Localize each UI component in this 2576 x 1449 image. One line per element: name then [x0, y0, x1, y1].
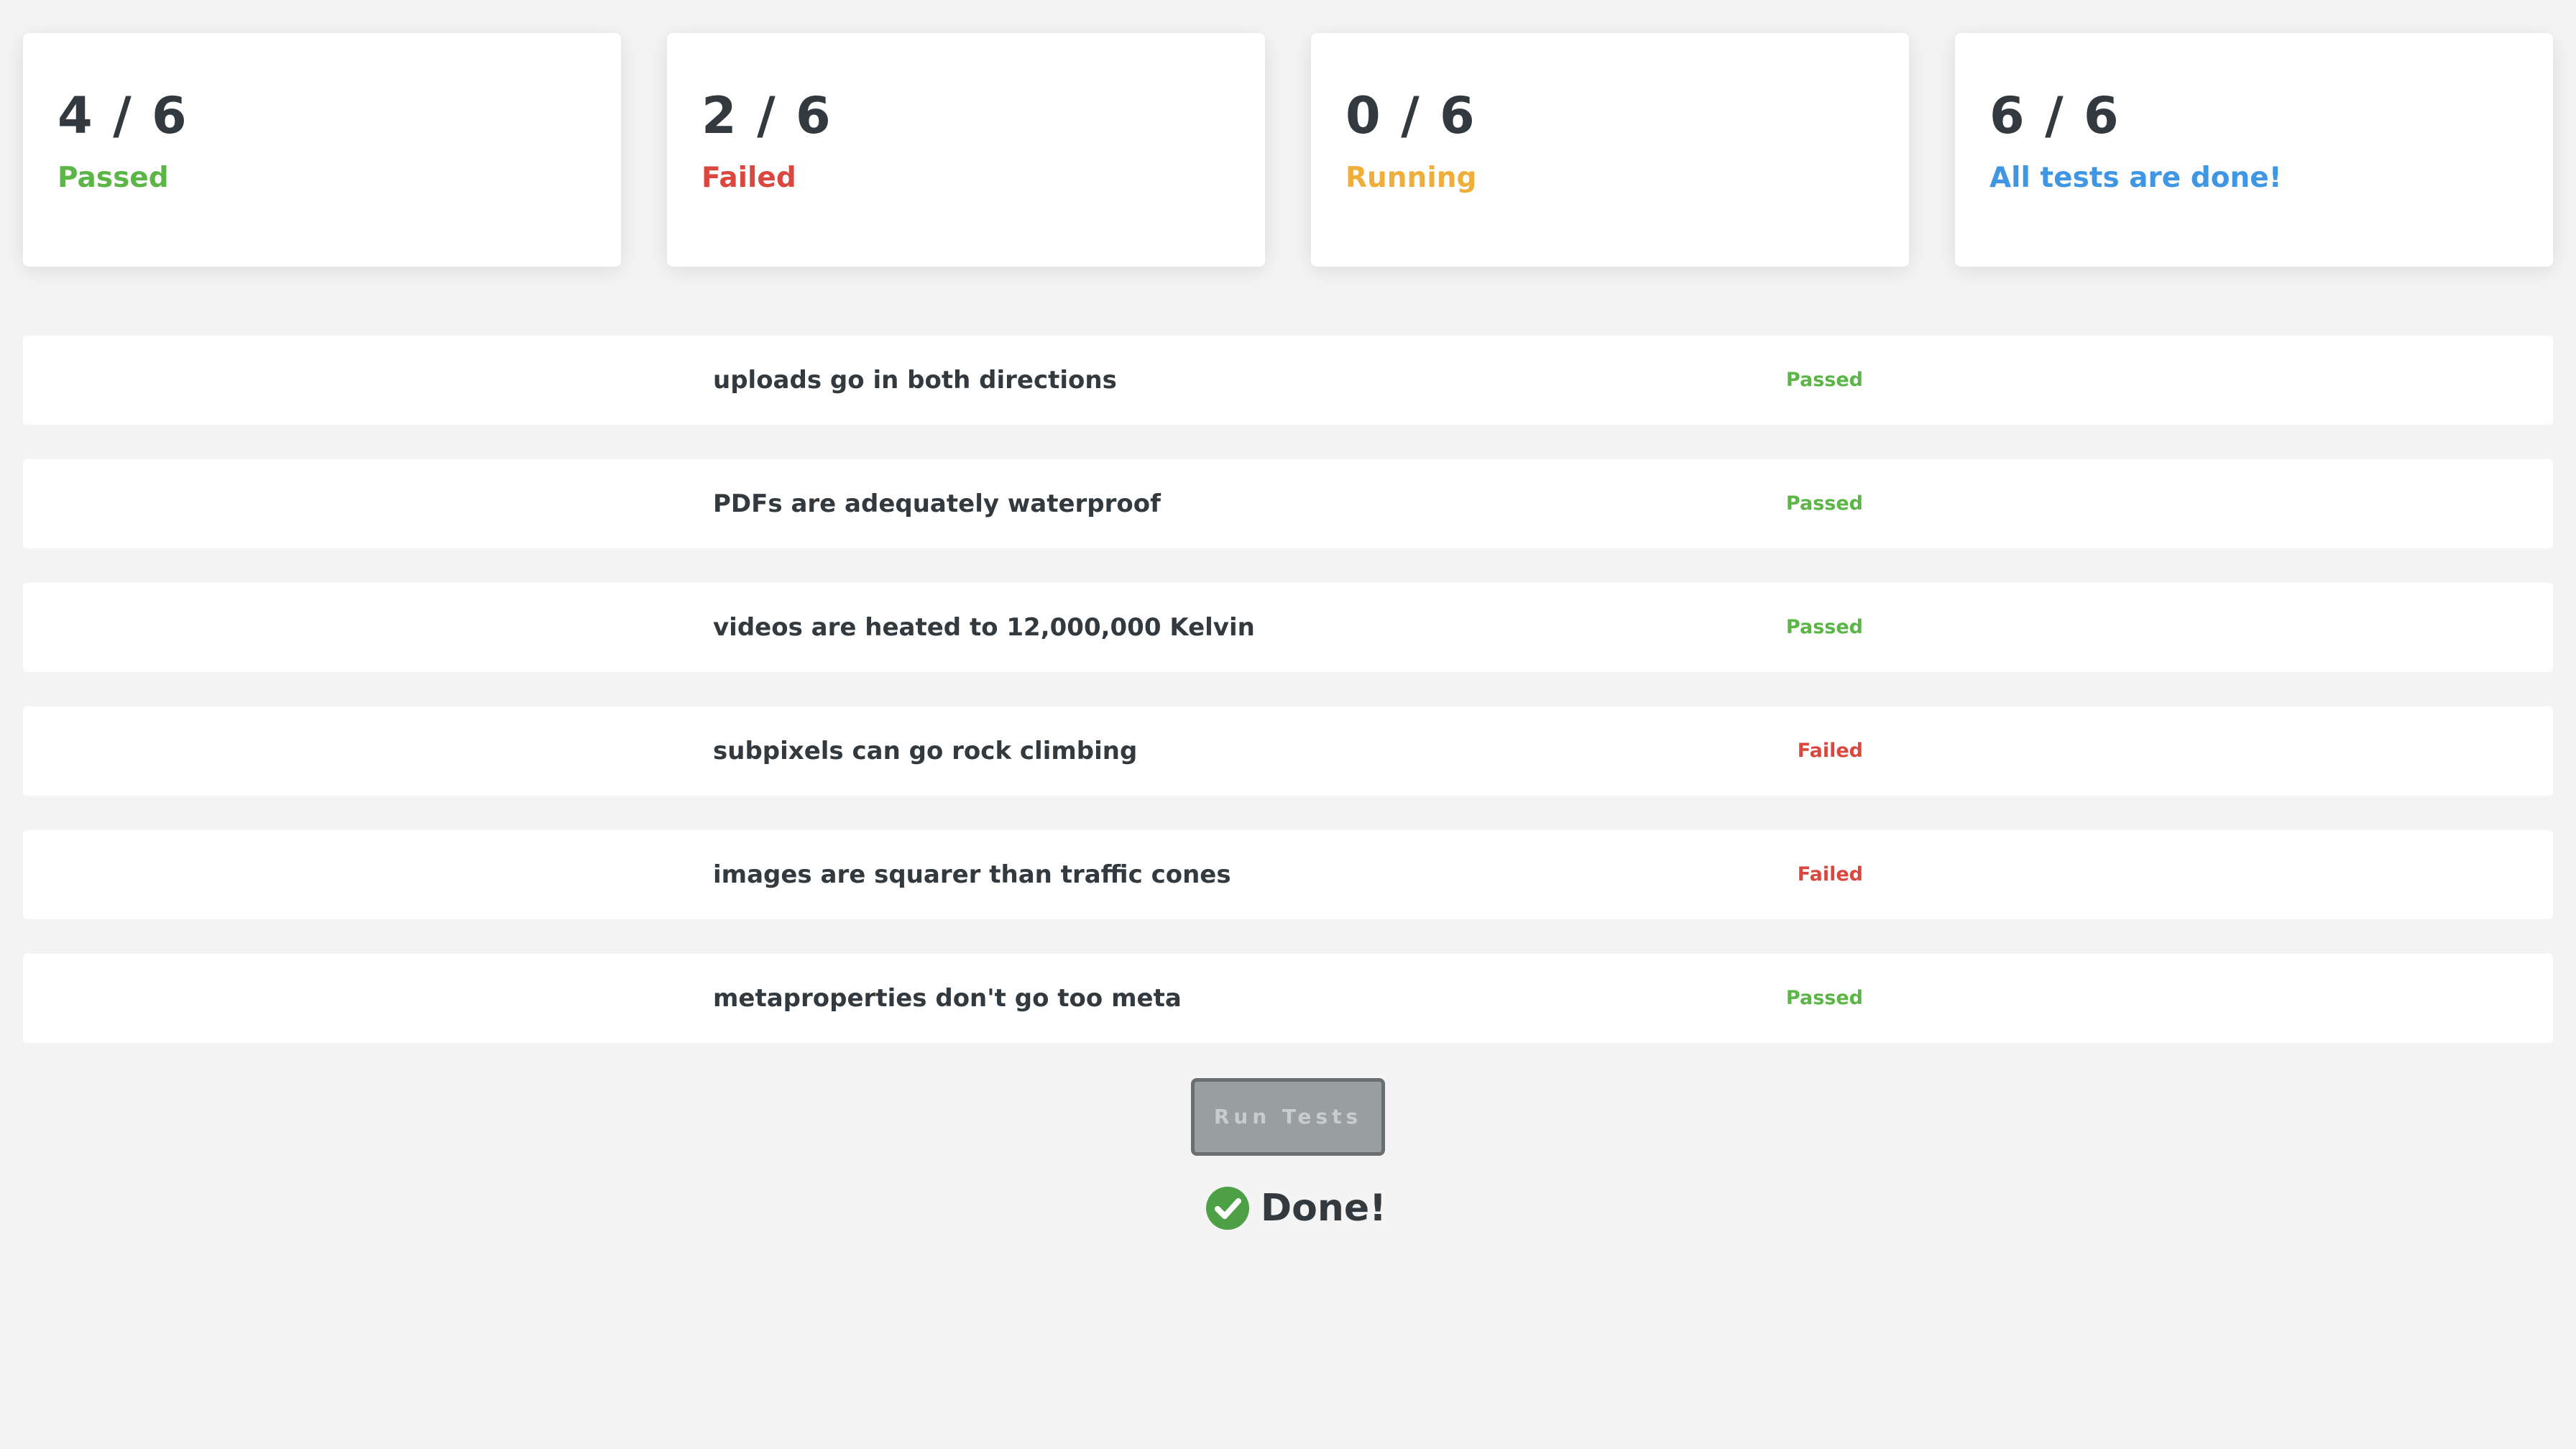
passed-count: 4 / 6 [58, 86, 188, 145]
test-status: Failed [1797, 740, 1863, 762]
test-status: Passed [1785, 492, 1863, 515]
passed-summary-card: 4 / 6 Passed [23, 33, 621, 267]
test-row: subpixels can go rock climbing Failed [23, 707, 2553, 796]
total-summary-card: 6 / 6 All tests are done! [1955, 33, 2553, 267]
failed-summary-card: 2 / 6 Failed [667, 33, 1265, 267]
test-row: uploads go in both directions Passed [23, 336, 2553, 425]
test-status: Passed [1785, 369, 1863, 391]
check-circle-icon [1206, 1187, 1249, 1230]
test-list: uploads go in both directions Passed PDF… [23, 336, 2553, 1077]
total-status-label: All tests are done! [1990, 162, 2282, 194]
test-name: subpixels can go rock climbing [713, 737, 1138, 765]
done-indicator: Done! [1206, 1186, 1386, 1230]
run-tests-button[interactable]: Run Tests [1191, 1078, 1385, 1156]
test-row: images are squarer than traffic cones Fa… [23, 830, 2553, 919]
test-status: Passed [1785, 616, 1863, 638]
test-row: videos are heated to 12,000,000 Kelvin P… [23, 583, 2553, 672]
test-name: metaproperties don't go too meta [713, 984, 1182, 1013]
passed-label: Passed [58, 162, 169, 194]
test-row: metaproperties don't go too meta Passed [23, 954, 2553, 1043]
total-count: 6 / 6 [1990, 86, 2120, 145]
test-runner: 4 / 6 Passed 2 / 6 Failed 0 / 6 Running … [0, 0, 2576, 1449]
running-label: Running [1346, 162, 1477, 194]
test-status: Passed [1785, 987, 1863, 1009]
failed-label: Failed [702, 162, 796, 194]
test-name: videos are heated to 12,000,000 Kelvin [713, 613, 1255, 642]
running-summary-card: 0 / 6 Running [1311, 33, 1909, 267]
test-name: images are squarer than traffic cones [713, 860, 1231, 889]
test-row: PDFs are adequately waterproof Passed [23, 459, 2553, 548]
test-name: uploads go in both directions [713, 366, 1117, 395]
test-name: PDFs are adequately waterproof [713, 489, 1161, 518]
summary-cards: 4 / 6 Passed 2 / 6 Failed 0 / 6 Running … [23, 33, 2553, 267]
running-count: 0 / 6 [1346, 86, 1476, 145]
failed-count: 2 / 6 [702, 86, 832, 145]
test-status: Failed [1797, 863, 1863, 886]
done-label: Done! [1261, 1187, 1386, 1230]
